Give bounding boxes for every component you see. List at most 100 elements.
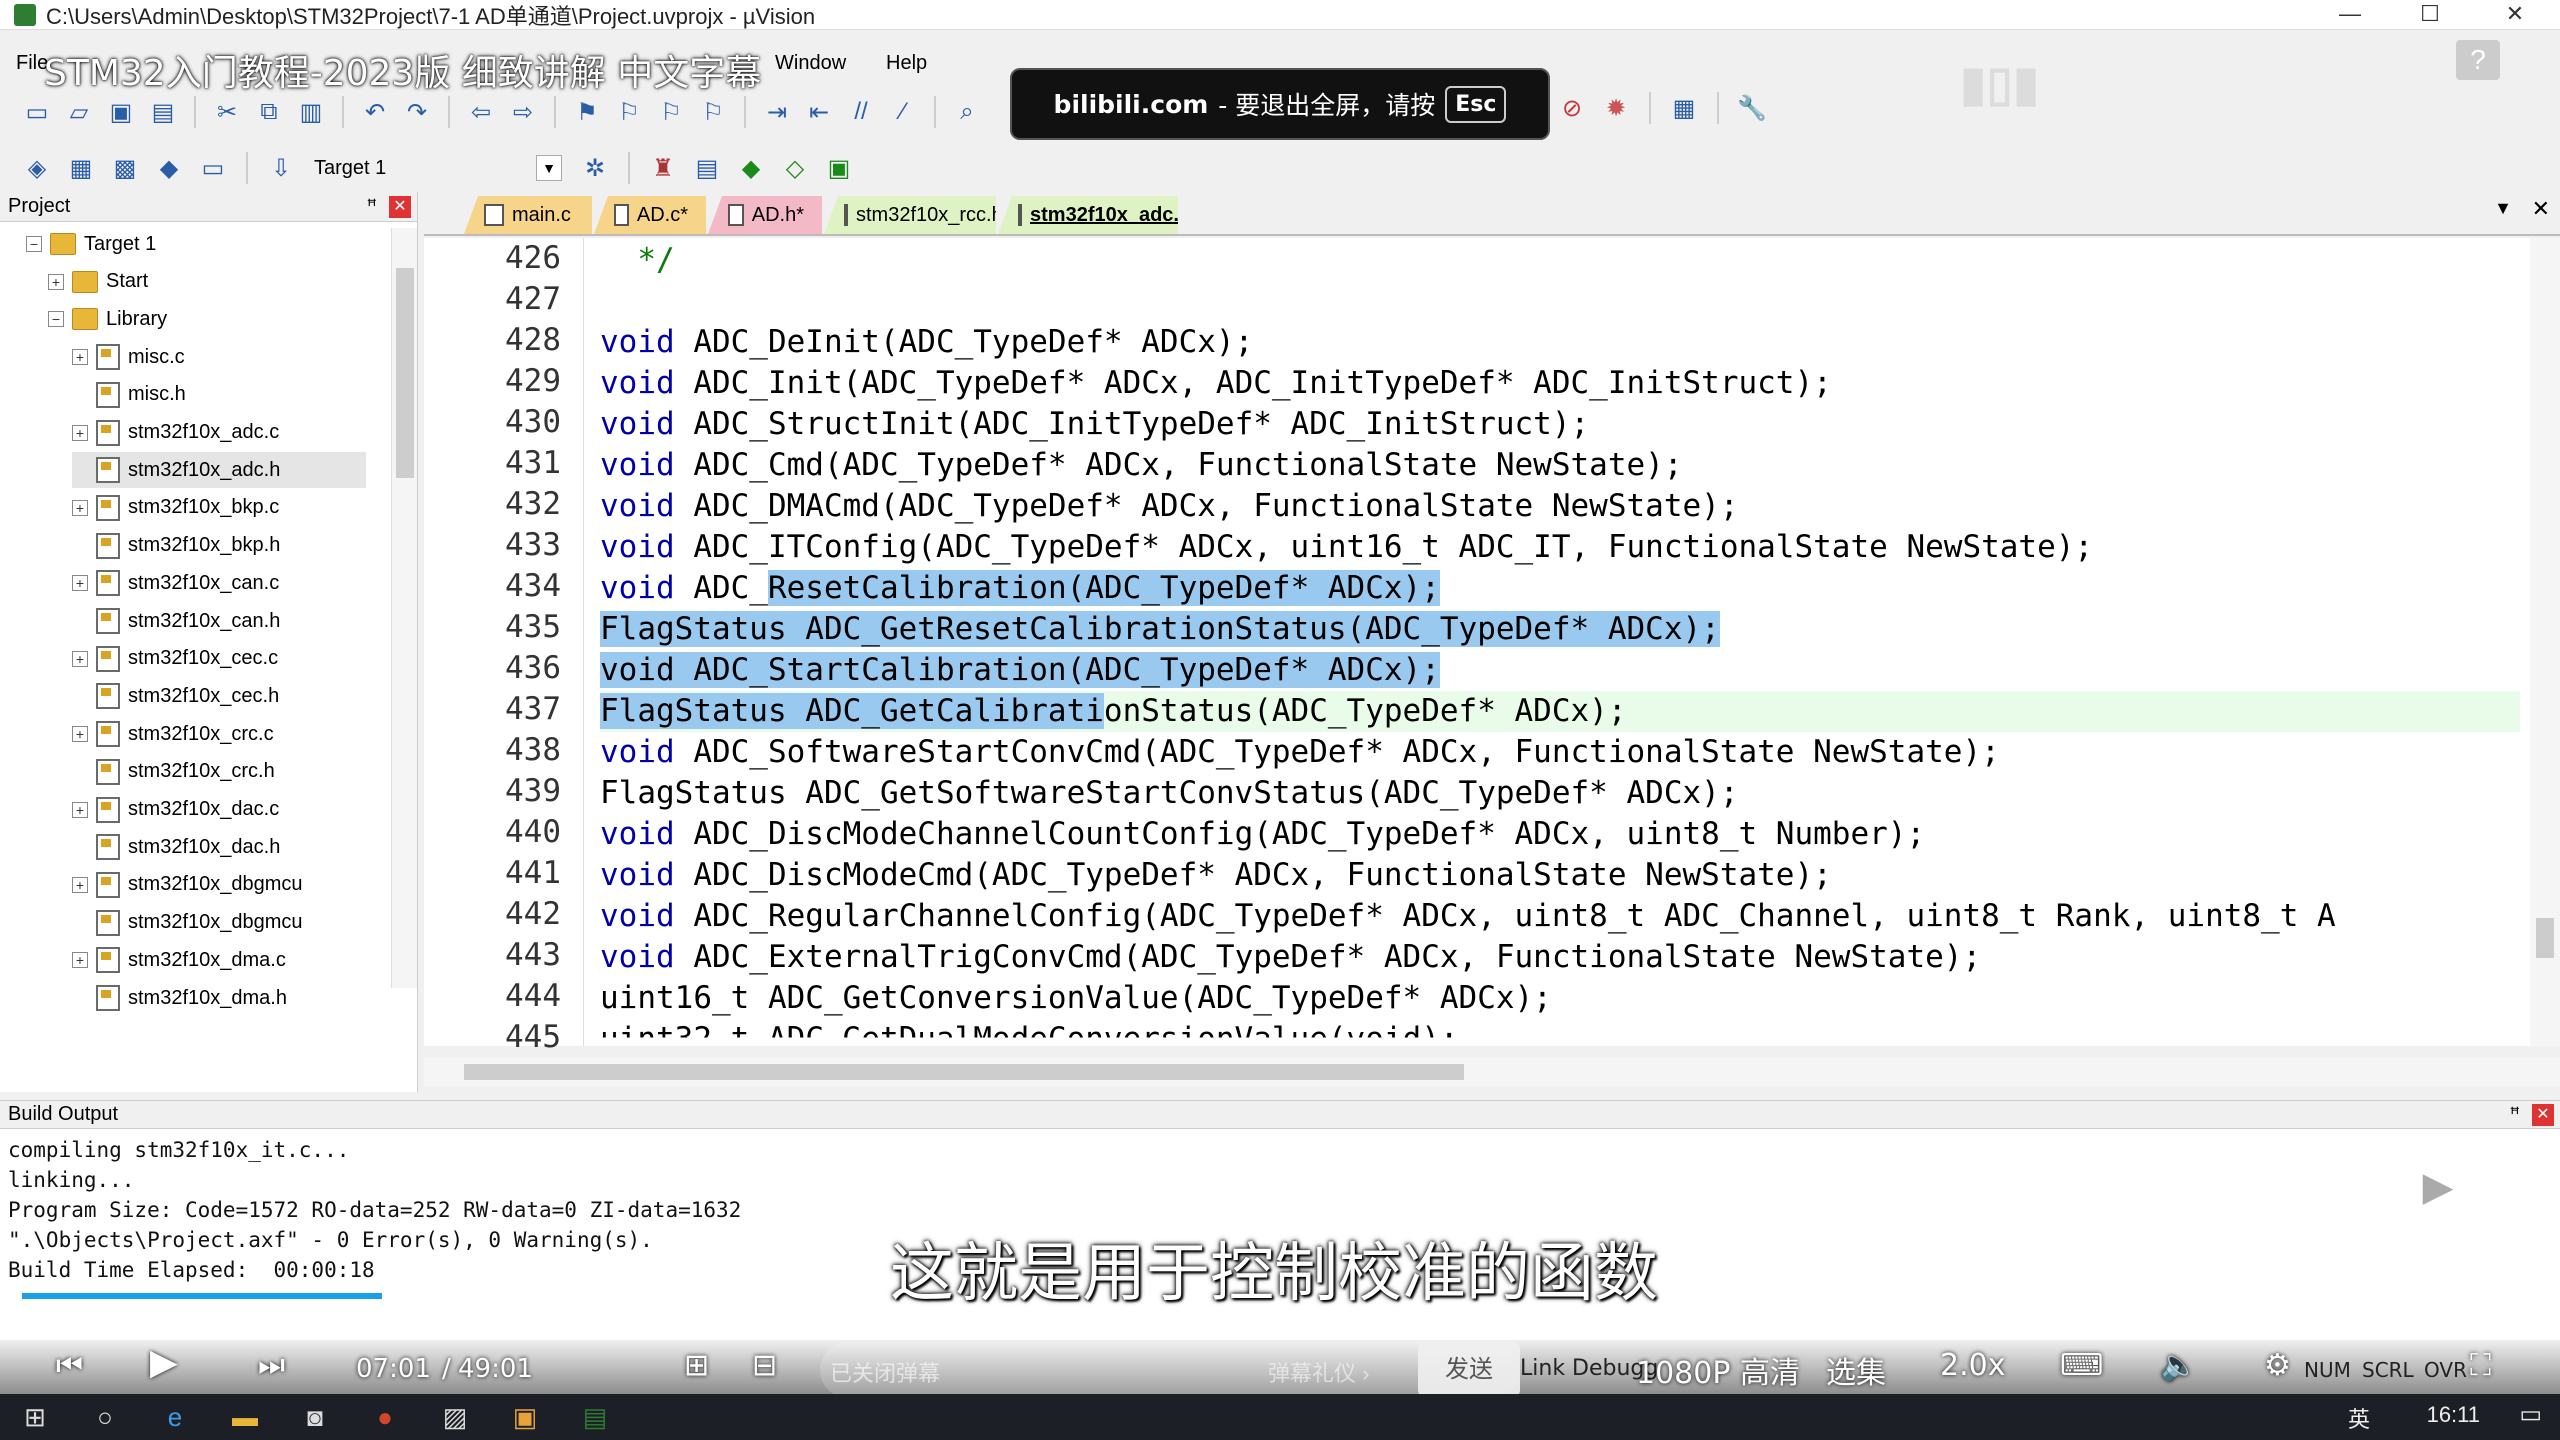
edge-icon[interactable]: e (140, 1394, 210, 1440)
code-line[interactable]: void ADC_StartCalibration(ADC_TypeDef* A… (600, 650, 1440, 691)
expand-icon[interactable]: + (72, 801, 88, 818)
danmu-etiquette-link[interactable]: 弹幕礼仪 › (1268, 1356, 1369, 1388)
code-line[interactable]: uint16_t ADC_GetConversionValue(ADC_Type… (600, 978, 1552, 1019)
help-icon[interactable]: ? (2456, 40, 2500, 80)
nav-forward-icon[interactable]: ⇨ (506, 96, 540, 128)
speed-button[interactable]: 2.0x (1940, 1348, 2005, 1383)
expand-icon[interactable]: + (72, 349, 88, 366)
rebuild-icon[interactable]: ▩ (108, 152, 142, 184)
expand-icon[interactable]: + (72, 650, 88, 667)
manage-components-icon[interactable]: ▣ (822, 152, 856, 184)
code-line[interactable]: uint32_t ADC_GetDualModeConversionValue(… (600, 1019, 1459, 1037)
target-options-icon[interactable]: ✲ (578, 152, 612, 184)
send-danmu-button[interactable]: 发送 (1418, 1342, 1520, 1398)
danmu-toggle-icon[interactable]: ⊞ (684, 1348, 709, 1383)
window-layout-icon[interactable]: ▦ (1667, 92, 1701, 124)
settings-gear-icon[interactable]: ⚙ (2264, 1348, 2291, 1383)
quality-button[interactable]: 1080P 高清 (1636, 1348, 1800, 1392)
menu-help[interactable]: Help (886, 52, 927, 75)
tree-item[interactable]: stm32f10x_crc.h (72, 754, 275, 790)
editor-vscroll-thumb[interactable] (2536, 918, 2554, 958)
code-line[interactable]: void ADC_DiscModeCmd(ADC_TypeDef* ADCx, … (600, 855, 1832, 896)
editor-tab[interactable]: stm32f10x_adc.h (998, 196, 1178, 234)
code-area[interactable]: */void ADC_DeInit(ADC_TypeDef* ADCx); voi… (600, 238, 2520, 1046)
code-line[interactable]: FlagStatus ADC_GetResetCalibrationStatus… (600, 609, 1720, 650)
start-icon[interactable]: ⊞ (0, 1394, 70, 1440)
uncomment-icon[interactable]: ⁄ (886, 96, 920, 128)
expand-icon[interactable]: + (72, 726, 88, 743)
tree-item[interactable]: misc.h (72, 377, 186, 413)
rte-icon[interactable]: ◇ (778, 152, 812, 184)
tree-item[interactable]: + stm32f10x_dma.c (72, 942, 286, 978)
code-line[interactable]: void ADC_RegularChannelConfig(ADC_TypeDe… (600, 896, 2336, 937)
download-icon[interactable]: ⇩ (264, 152, 298, 184)
nav-back-icon[interactable]: ⇦ (464, 96, 498, 128)
expand-icon[interactable]: + (72, 952, 88, 969)
undo-icon[interactable]: ↶ (358, 96, 392, 128)
pack-installer-icon[interactable]: ◆ (734, 152, 768, 184)
configure-icon[interactable]: 🔧 (1735, 92, 1769, 124)
minimize-button[interactable]: — (2310, 0, 2390, 30)
editor-tab[interactable]: main.c (464, 196, 592, 234)
select-packs-icon[interactable]: ▤ (690, 152, 724, 184)
editor-horizontal-scrollbar[interactable] (424, 1058, 2560, 1086)
tree-item[interactable]: + stm32f10x_adc.c (72, 415, 279, 451)
tree-scrollbar-thumb[interactable] (396, 268, 414, 478)
tree-item[interactable]: stm32f10x_dbgmcu (72, 905, 303, 941)
debug-stop-icon[interactable]: ⊘ (1555, 92, 1589, 124)
code-line[interactable]: void ADC_DMACmd(ADC_TypeDef* ADCx, Funct… (600, 486, 1738, 527)
code-line[interactable]: void ADC_SoftwareStartConvCmd(ADC_TypeDe… (600, 732, 2000, 773)
tree-item[interactable]: stm32f10x_bkp.h (72, 528, 280, 564)
code-line[interactable]: void ADC_DeInit(ADC_TypeDef* ADCx); (600, 322, 1253, 363)
expand-icon[interactable]: + (72, 575, 88, 592)
editor-tab[interactable]: AD.h* (708, 196, 822, 234)
redo-icon[interactable]: ↷ (400, 96, 434, 128)
code-line[interactable]: FlagStatus ADC_GetCalibrationStatus(ADC_… (600, 691, 2520, 732)
manage-project-icon[interactable]: ♜ (646, 152, 680, 184)
tree-item[interactable]: + stm32f10x_dbgmcu (72, 867, 303, 903)
code-line[interactable]: void ADC_ResetCalibration(ADC_TypeDef* A… (600, 568, 1440, 609)
collapse-icon[interactable]: − (26, 236, 42, 252)
maximize-button[interactable]: ☐ (2390, 0, 2470, 30)
powerpoint-icon[interactable]: ● (350, 1394, 420, 1440)
code-line[interactable]: */ (600, 240, 674, 281)
find-in-files-icon[interactable]: ⌕ (950, 96, 984, 128)
subtitle-icon[interactable]: ⌨ (2060, 1348, 2103, 1383)
code-line[interactable]: void ADC_DiscModeChannelCountConfig(ADC_… (600, 814, 1925, 855)
code-line[interactable]: void ADC_StructInit(ADC_InitTypeDef* ADC… (600, 404, 1589, 445)
editor-hscroll-thumb[interactable] (464, 1064, 1464, 1080)
tree-item[interactable]: − Target 1 (26, 226, 156, 262)
tree-item[interactable]: + misc.c (72, 339, 185, 375)
tree-item[interactable]: stm32f10x_can.h (72, 603, 280, 639)
open-file-icon[interactable]: ▱ (62, 96, 96, 128)
stop-build-icon[interactable]: ▭ (196, 152, 230, 184)
volume-icon[interactable]: 🔈 (2160, 1348, 2197, 1383)
tree-item[interactable]: + stm32f10x_cec.c (72, 641, 278, 677)
menu-window[interactable]: Window (775, 52, 846, 75)
save-icon[interactable]: ▣ (104, 96, 138, 128)
notifications-icon[interactable]: ▭ (2519, 1400, 2542, 1429)
translate-icon[interactable]: ◈ (20, 152, 54, 184)
code-editor[interactable]: 426 427 428 429 430 431 432 433 434 435 436 437 438 4… (424, 238, 2560, 1086)
tree-item[interactable]: + Start (48, 264, 148, 300)
chevron-down-icon[interactable]: ▼ (536, 155, 562, 181)
prev-video-icon[interactable]: ⏮ (56, 1348, 83, 1383)
copy-icon[interactable]: ⧉ (252, 96, 286, 128)
close-tab-icon[interactable]: ✕ (2532, 196, 2550, 222)
new-file-icon[interactable]: ▭ (20, 96, 54, 128)
debug-settings-icon[interactable]: ✹ (1599, 92, 1633, 124)
target-select[interactable]: Target 1 ▼ (308, 151, 568, 185)
editor-tab[interactable]: AD.c* (594, 196, 706, 234)
code-line[interactable]: FlagStatus ADC_GetSoftwareStartConvStatu… (600, 773, 1738, 814)
next-video-icon[interactable]: ⏭ (258, 1348, 285, 1383)
tab-list-dropdown-icon[interactable]: ▼ (2494, 198, 2512, 219)
editor-vertical-scrollbar[interactable] (2530, 238, 2560, 1046)
app-icon[interactable]: ▣ (490, 1394, 560, 1440)
code-line[interactable]: void ADC_Init(ADC_TypeDef* ADCx, ADC_Ini… (600, 363, 1832, 404)
unindent-icon[interactable]: ⇤ (802, 96, 836, 128)
tree-item[interactable]: + stm32f10x_dac.c (72, 792, 279, 828)
indent-icon[interactable]: ⇥ (760, 96, 794, 128)
ime-indicator[interactable]: 英 (2348, 1402, 2370, 1434)
tree-item[interactable]: + stm32f10x_crc.c (72, 716, 274, 752)
expand-icon[interactable]: + (48, 273, 64, 290)
